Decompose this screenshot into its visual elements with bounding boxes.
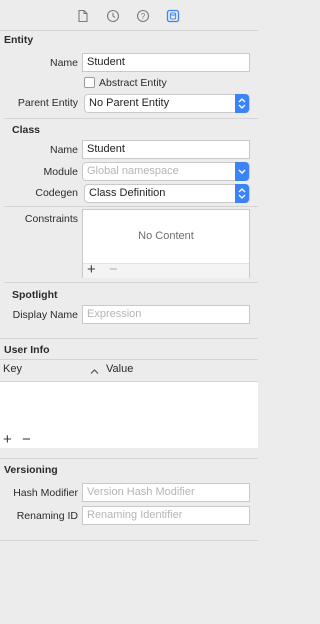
class-name-label: Name	[49, 144, 78, 156]
divider	[4, 282, 258, 283]
constraints-footer	[83, 263, 249, 278]
renaming-id-label: Renaming ID	[16, 510, 78, 522]
parent-entity-popup[interactable]: No Parent Entity	[84, 94, 250, 113]
spotlight-section-header: Spotlight	[12, 289, 58, 301]
entity-name-field[interactable]: Student	[82, 53, 250, 72]
user-info-key-column-header[interactable]: Key	[3, 363, 22, 375]
codegen-value: Class Definition	[89, 187, 166, 199]
user-info-section-header: User Info	[4, 344, 50, 356]
renaming-id-field[interactable]: Renaming Identifier	[82, 506, 250, 525]
module-combo[interactable]: Global namespace	[82, 162, 250, 181]
entity-section-header: Entity	[4, 34, 34, 46]
divider	[0, 338, 258, 339]
parent-entity-value: No Parent Entity	[89, 97, 170, 109]
popup-stepper-icon	[235, 184, 249, 203]
class-name-field[interactable]: Student	[82, 140, 250, 159]
abstract-entity-checkbox[interactable]	[84, 77, 95, 88]
sort-ascending-icon[interactable]	[90, 366, 99, 378]
module-placeholder: Global namespace	[87, 165, 179, 177]
codegen-label: Codegen	[35, 187, 78, 199]
divider	[0, 458, 258, 459]
constraints-label: Constraints	[24, 213, 78, 225]
user-info-table[interactable]	[0, 381, 258, 448]
divider	[0, 30, 258, 31]
constraints-list[interactable]: No Content + −	[82, 209, 250, 278]
divider	[4, 118, 258, 119]
versioning-section-header: Versioning	[4, 464, 58, 476]
file-inspector-icon[interactable]	[76, 9, 92, 25]
divider	[0, 540, 258, 541]
history-inspector-icon[interactable]	[106, 9, 122, 25]
parent-entity-label: Parent Entity	[17, 97, 78, 109]
user-info-add-button[interactable]: +	[3, 431, 12, 448]
hash-modifier-field[interactable]: Version Hash Modifier	[82, 483, 250, 502]
hash-modifier-label: Hash Modifier	[13, 487, 78, 499]
user-info-remove-button[interactable]: −	[22, 431, 31, 448]
module-label: Module	[43, 166, 78, 178]
constraints-remove-button[interactable]: −	[109, 261, 118, 278]
display-name-label: Display Name	[12, 309, 78, 321]
inspector-toolbar: ?	[0, 0, 258, 31]
codegen-popup[interactable]: Class Definition	[84, 184, 250, 203]
abstract-entity-label: Abstract Entity	[99, 77, 167, 89]
constraints-empty-text: No Content	[138, 230, 194, 242]
entity-name-label: Name	[49, 57, 78, 69]
divider	[0, 359, 258, 360]
divider	[4, 206, 258, 207]
svg-text:?: ?	[141, 12, 146, 21]
user-info-value-column-header[interactable]: Value	[106, 363, 133, 375]
display-name-field[interactable]: Expression	[82, 305, 250, 324]
popup-stepper-icon	[235, 94, 249, 113]
class-section-header: Class	[12, 124, 41, 136]
chevron-down-icon[interactable]	[235, 162, 249, 181]
data-model-inspector-icon[interactable]	[166, 9, 182, 25]
constraints-add-button[interactable]: +	[87, 261, 96, 278]
quick-help-icon[interactable]: ?	[136, 9, 152, 25]
